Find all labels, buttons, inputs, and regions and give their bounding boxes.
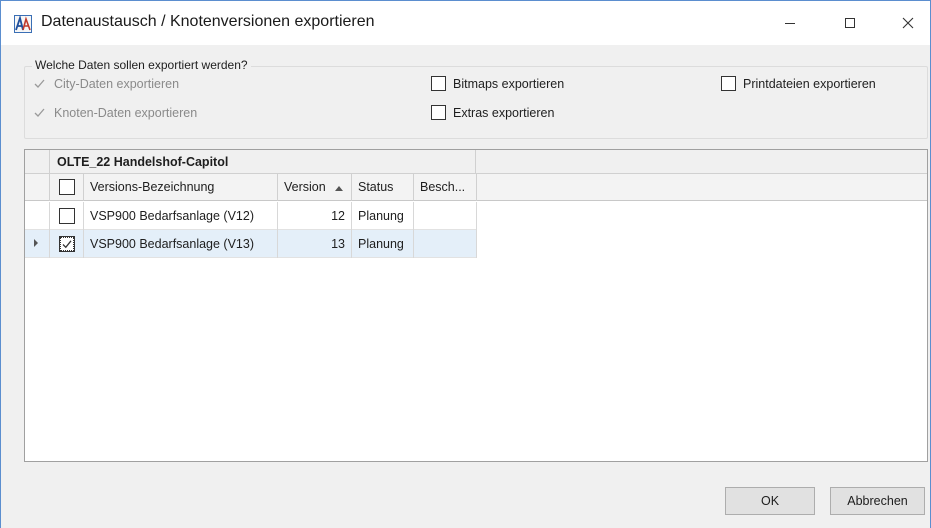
maximize-button[interactable] bbox=[827, 1, 873, 45]
node-data-checkbox[interactable]: Knoten-Daten exportieren bbox=[32, 105, 197, 120]
print-files-label: Printdateien exportieren bbox=[743, 76, 876, 91]
column-header-status[interactable]: Status bbox=[352, 174, 414, 201]
checkbox-box bbox=[431, 105, 446, 120]
checkbox-box bbox=[431, 76, 446, 91]
grid-column-header: Versions-Bezeichnung Version Status Besc… bbox=[25, 174, 927, 201]
checkbox-box bbox=[59, 208, 75, 224]
cell-name: VSP900 Bedarfsanlage (V13) bbox=[84, 230, 278, 258]
grid-group-header: OLTE_22 Handelshof-Capitol bbox=[25, 150, 927, 174]
maximize-icon bbox=[845, 18, 855, 28]
close-button[interactable] bbox=[885, 1, 931, 45]
cell-version: 13 bbox=[278, 230, 352, 258]
cell-status: Planung bbox=[352, 202, 414, 230]
current-row-arrow-icon bbox=[34, 239, 38, 247]
cell-status: Planung bbox=[352, 230, 414, 258]
checkbox-box bbox=[59, 236, 75, 252]
column-header-name[interactable]: Versions-Bezeichnung bbox=[84, 174, 278, 201]
cell-description bbox=[414, 202, 477, 230]
dialog-content: Welche Daten sollen exportiert werden? C… bbox=[1, 45, 930, 528]
city-data-checkbox[interactable]: City-Daten exportieren bbox=[32, 76, 179, 91]
city-data-label: City-Daten exportieren bbox=[54, 76, 180, 91]
extras-checkbox[interactable]: Extras exportieren bbox=[431, 105, 554, 120]
cell-name: VSP900 Bedarfsanlage (V12) bbox=[84, 202, 278, 230]
close-icon bbox=[902, 17, 914, 29]
checkmark-icon bbox=[32, 105, 47, 120]
print-files-checkbox[interactable]: Printdateien exportieren bbox=[721, 76, 876, 91]
export-options-label: Welche Daten sollen exportiert werden? bbox=[32, 58, 251, 72]
export-dialog: Datenaustausch / Knotenversionen exporti… bbox=[0, 0, 931, 528]
cancel-button[interactable]: Abbrechen bbox=[830, 487, 925, 515]
sort-ascending-icon bbox=[335, 185, 344, 191]
cell-description bbox=[414, 230, 477, 258]
minimize-button[interactable] bbox=[767, 1, 813, 45]
table-row[interactable]: VSP900 Bedarfsanlage (V12) 12 Planung bbox=[25, 202, 477, 230]
versions-grid: OLTE_22 Handelshof-Capitol Versions-Beze… bbox=[24, 149, 928, 462]
column-header-version[interactable]: Version bbox=[278, 174, 352, 201]
checkbox-box bbox=[721, 76, 736, 91]
extras-label: Extras exportieren bbox=[453, 105, 555, 120]
table-row-selected[interactable]: VSP900 Bedarfsanlage (V13) 13 Planung bbox=[25, 230, 477, 258]
ok-button[interactable]: OK bbox=[725, 487, 815, 515]
minimize-icon bbox=[785, 23, 795, 24]
checkmark-icon bbox=[62, 240, 72, 249]
cell-version: 12 bbox=[278, 202, 352, 230]
export-options-group: Welche Daten sollen exportiert werden? C… bbox=[24, 58, 928, 139]
checkmark-icon bbox=[32, 76, 47, 91]
window-title: Datenaustausch / Knotenversionen exporti… bbox=[41, 13, 375, 30]
select-all-checkbox[interactable] bbox=[50, 174, 84, 201]
node-data-label: Knoten-Daten exportieren bbox=[54, 105, 198, 120]
row-indicator-header bbox=[25, 174, 50, 201]
grid-group-title: OLTE_22 Handelshof-Capitol bbox=[49, 150, 476, 174]
title-bar: Datenaustausch / Knotenversionen exporti… bbox=[1, 1, 930, 45]
row-checkbox[interactable] bbox=[50, 202, 84, 230]
row-indicator-cell bbox=[25, 202, 50, 230]
column-header-description[interactable]: Besch... bbox=[414, 174, 477, 201]
row-checkbox[interactable] bbox=[50, 230, 84, 258]
column-header-version-label: Version bbox=[284, 180, 326, 194]
checkbox-box bbox=[59, 179, 75, 195]
bitmaps-label: Bitmaps exportieren bbox=[453, 76, 565, 91]
app-icon bbox=[14, 15, 32, 33]
bitmaps-checkbox[interactable]: Bitmaps exportieren bbox=[431, 76, 564, 91]
row-indicator-cell bbox=[25, 230, 50, 258]
